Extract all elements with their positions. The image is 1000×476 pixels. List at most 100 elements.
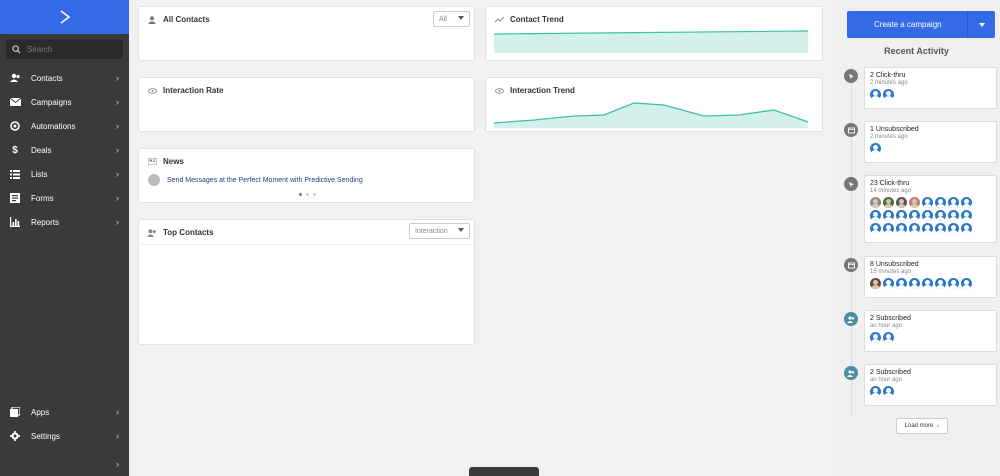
activity-title: 23 Click-thru	[870, 180, 910, 187]
top-contacts-filter-select[interactable]: Interaction	[409, 223, 470, 239]
contact-avatar[interactable]	[961, 278, 972, 289]
sidebar-item-deals[interactable]: $ Deals ›	[0, 138, 129, 162]
bottom-drawer-tab[interactable]	[469, 467, 539, 476]
activity-item[interactable]: 2 Subscribed an hour ago	[864, 364, 997, 406]
create-campaign-button[interactable]: Create a campaign	[847, 11, 995, 38]
activity-item[interactable]: 2 Subscribed an hour ago	[864, 310, 997, 352]
contact-avatar[interactable]	[870, 386, 881, 397]
eye-icon	[147, 87, 157, 94]
sidebar-item-label: Automations	[31, 121, 76, 131]
arrow-down-icon: ↓	[936, 423, 940, 429]
create-campaign-dropdown-toggle[interactable]	[967, 11, 995, 38]
contact-avatar[interactable]	[870, 89, 881, 100]
contact-avatar[interactable]	[948, 223, 959, 234]
eye-icon	[494, 87, 504, 94]
sidebar-item-reports[interactable]: Reports ›	[0, 210, 129, 234]
activity-item[interactable]: 1 Unsubscribed 2 minutes ago	[864, 121, 997, 163]
activity-item[interactable]: 2 Click-thru 2 minutes ago	[864, 67, 997, 109]
chevron-right-icon: ›	[116, 97, 119, 107]
sidebar-item-forms[interactable]: Forms ›	[0, 186, 129, 210]
contact-avatar[interactable]	[883, 89, 894, 100]
contact-avatar[interactable]	[935, 278, 946, 289]
contact-avatar[interactable]	[870, 223, 881, 234]
carousel-dot[interactable]	[299, 193, 302, 196]
sidebar-item-label: Settings	[31, 431, 60, 441]
contact-avatar[interactable]	[883, 332, 894, 343]
contact-avatar[interactable]	[870, 332, 881, 343]
contact-avatar[interactable]	[922, 210, 933, 221]
chevron-right-icon: ›	[116, 217, 119, 227]
search-input[interactable]	[27, 44, 117, 54]
contact-avatar[interactable]	[870, 210, 881, 221]
contacts-icon	[9, 73, 21, 83]
contact-avatar[interactable]	[870, 197, 881, 208]
subscribed-activity-icon	[844, 312, 858, 326]
activity-item[interactable]: 23 Click-thru 14 minutes ago	[864, 175, 997, 243]
sidebar-item-campaigns[interactable]: Campaigns ›	[0, 90, 129, 114]
contact-avatar[interactable]	[961, 223, 972, 234]
activity-avatars	[870, 197, 978, 234]
contact-avatar[interactable]	[922, 223, 933, 234]
sidebar-item-contacts[interactable]: Contacts ›	[0, 66, 129, 90]
contact-avatar[interactable]	[948, 210, 959, 221]
newspaper-icon	[147, 158, 157, 165]
news-headline-link[interactable]: Send Messages at the Perfect Moment with…	[167, 177, 363, 184]
activity-avatars	[870, 89, 978, 100]
select-value: All	[439, 15, 447, 23]
bar-chart-icon	[9, 217, 21, 227]
contact-avatar[interactable]	[870, 278, 881, 289]
contact-avatar[interactable]	[883, 210, 894, 221]
sidebar-item-automations[interactable]: Automations ›	[0, 114, 129, 138]
sidebar-item-settings[interactable]: Settings ›	[0, 424, 129, 448]
search-box[interactable]	[6, 39, 123, 59]
activity-time: 2 minutes ago	[870, 134, 908, 140]
caret-down-icon	[458, 228, 464, 232]
contact-avatar[interactable]	[961, 197, 972, 208]
contact-avatar[interactable]	[883, 223, 894, 234]
contact-avatar[interactable]	[896, 278, 907, 289]
chevron-right-icon: ›	[116, 459, 119, 469]
activity-title: 8 Unsubscribed	[870, 261, 919, 268]
contact-avatar[interactable]	[935, 223, 946, 234]
contact-avatar[interactable]	[909, 210, 920, 221]
contact-trend-card: Contact Trend	[485, 6, 823, 61]
contact-avatar[interactable]	[909, 278, 920, 289]
sidebar-item-lists[interactable]: Lists ›	[0, 162, 129, 186]
brand-logo[interactable]	[0, 0, 129, 34]
contact-avatar[interactable]	[922, 278, 933, 289]
activity-item[interactable]: 8 Unsubscribed 15 minutes ago	[864, 256, 997, 298]
chevron-right-icon: ›	[116, 169, 119, 179]
contact-avatar[interactable]	[883, 386, 894, 397]
contact-avatar[interactable]	[896, 223, 907, 234]
all-contacts-filter-select[interactable]: All	[433, 11, 470, 27]
select-value: Interaction	[415, 227, 448, 235]
activity-title: 2 Subscribed	[870, 369, 911, 376]
contact-avatar[interactable]	[948, 278, 959, 289]
contact-avatar[interactable]	[896, 197, 907, 208]
contact-avatar[interactable]	[896, 210, 907, 221]
contact-avatar[interactable]	[909, 197, 920, 208]
contact-avatar[interactable]	[935, 210, 946, 221]
news-carousel-dots[interactable]	[299, 193, 316, 196]
automation-icon	[9, 121, 21, 131]
sidebar-item-apps[interactable]: Apps ›	[0, 400, 129, 424]
contact-avatar[interactable]	[909, 223, 920, 234]
activity-avatars	[870, 332, 978, 343]
activity-timeline-line	[851, 66, 852, 416]
contact-avatar[interactable]	[883, 197, 894, 208]
contact-avatar[interactable]	[870, 143, 881, 154]
load-more-button[interactable]: Load more ↓	[896, 418, 948, 434]
collapse-sidebar-button[interactable]: ›	[0, 452, 129, 476]
carousel-dot[interactable]	[313, 193, 316, 196]
contact-avatar[interactable]	[935, 197, 946, 208]
all-contacts-card: All Contacts All	[138, 6, 475, 61]
contact-avatar[interactable]	[922, 197, 933, 208]
contact-avatar[interactable]	[948, 197, 959, 208]
button-label: Load more	[904, 423, 934, 429]
card-title: Interaction Trend	[510, 86, 575, 95]
trend-icon	[494, 16, 504, 23]
carousel-dot[interactable]	[306, 193, 309, 196]
contact-avatar[interactable]	[883, 278, 894, 289]
card-title: Interaction Rate	[163, 86, 224, 95]
contact-avatar[interactable]	[961, 210, 972, 221]
